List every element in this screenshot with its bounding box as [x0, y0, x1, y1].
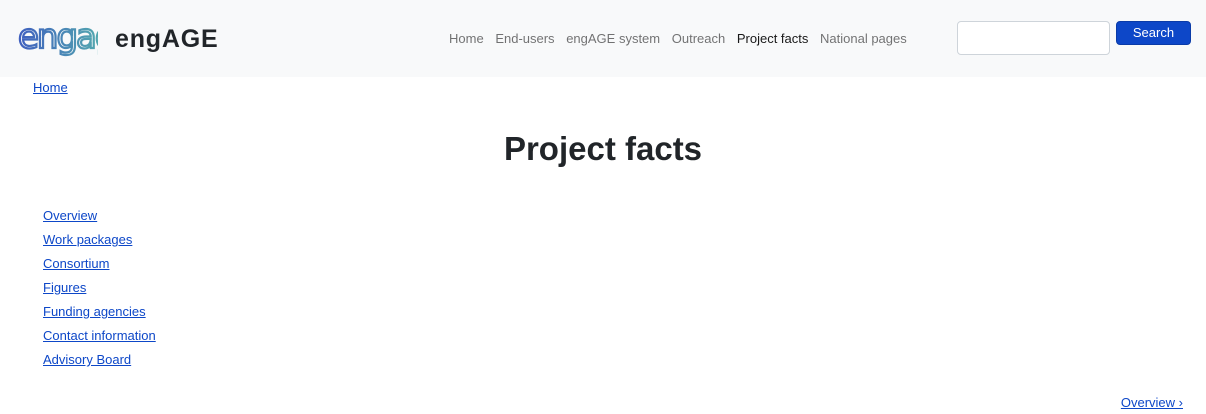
section-link-work-packages[interactable]: Work packages: [43, 232, 132, 247]
main-nav: Home End-users engAGE system Outreach Pr…: [449, 31, 915, 46]
section-link-consortium[interactable]: Consortium: [43, 256, 109, 271]
navbar: engage engAGE Home End-users engAGE syst…: [0, 0, 1206, 77]
breadcrumb-home[interactable]: Home: [33, 80, 68, 95]
section-link-overview[interactable]: Overview: [43, 208, 97, 223]
section-link-advisory-board[interactable]: Advisory Board: [43, 352, 131, 367]
brand-name[interactable]: engAGE: [115, 25, 218, 54]
pager-next: Overview ›: [1121, 395, 1183, 410]
nav-item-outreach[interactable]: Outreach: [672, 31, 725, 46]
next-page-link[interactable]: Overview ›: [1121, 395, 1183, 410]
search-input[interactable]: [957, 21, 1110, 55]
section-nav: Overview Work packages Consortium Figure…: [43, 204, 156, 372]
engage-logo[interactable]: engage: [16, 12, 98, 64]
nav-item-end-users[interactable]: End-users: [495, 31, 554, 46]
nav-item-project-facts[interactable]: Project facts: [737, 31, 809, 46]
search-button[interactable]: Search: [1116, 21, 1191, 45]
page-title: Project facts: [503, 130, 703, 167]
breadcrumb: Home: [33, 80, 68, 95]
section-link-contact-information[interactable]: Contact information: [43, 328, 156, 343]
nav-item-home[interactable]: Home: [449, 31, 484, 46]
section-link-funding-agencies[interactable]: Funding agencies: [43, 304, 146, 319]
nav-item-engage-system[interactable]: engAGE system: [566, 31, 660, 46]
nav-item-national-pages[interactable]: National pages: [820, 31, 907, 46]
svg-text:engage: engage: [18, 17, 98, 57]
section-link-figures[interactable]: Figures: [43, 280, 86, 295]
